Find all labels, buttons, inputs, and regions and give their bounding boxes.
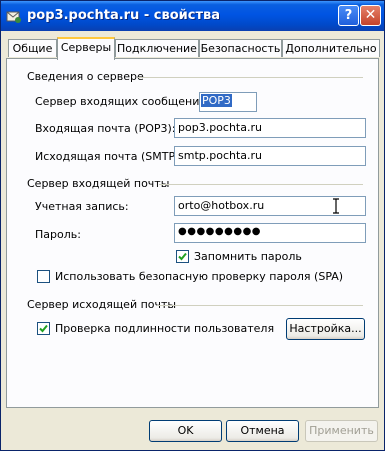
incoming-mail-field[interactable]: pop3.pochta.ru xyxy=(174,118,366,138)
title-bar[interactable]: pop3.pochta.ru - свойства ? ✕ xyxy=(1,1,384,31)
apply-button[interactable]: Применить xyxy=(305,420,378,442)
user-auth-label: Проверка подлинности пользователя xyxy=(55,322,275,335)
user-auth-checkbox[interactable] xyxy=(37,322,50,335)
incoming-server-type-label: Сервер входящих сообщений: xyxy=(35,95,211,108)
tab-strip: Общие Серверы Подключение Безопасность Д… xyxy=(6,37,380,60)
properties-dialog: pop3.pochta.ru - свойства ? ✕ Общие Серв… xyxy=(0,0,385,451)
divider xyxy=(138,77,363,78)
remember-password-checkbox[interactable] xyxy=(176,250,189,263)
cancel-button[interactable]: Отмена xyxy=(226,420,299,442)
outgoing-mail-field[interactable]: smtp.pochta.ru xyxy=(174,146,366,166)
incoming-server-heading: Сервер входящей почты xyxy=(27,177,170,190)
spa-label: Использовать безопасную проверку пароля … xyxy=(55,270,344,283)
tab-security[interactable]: Безопасность xyxy=(199,39,282,57)
tab-advanced[interactable]: Дополнительно xyxy=(282,39,380,57)
spa-checkbox[interactable] xyxy=(37,270,50,283)
tab-connection[interactable]: Подключение xyxy=(115,39,199,57)
window-title: pop3.pochta.ru - свойства xyxy=(27,8,220,23)
divider xyxy=(157,305,363,306)
incoming-server-type-value: POP3 xyxy=(201,94,232,107)
incoming-mail-label: Входящая почта (POP3): xyxy=(35,122,176,135)
close-button[interactable]: ✕ xyxy=(360,5,381,26)
divider xyxy=(159,184,363,185)
password-label: Пароль: xyxy=(35,228,81,241)
server-info-heading: Сведения о сервере xyxy=(27,70,144,83)
ok-button[interactable]: OK xyxy=(149,420,222,442)
help-button[interactable]: ? xyxy=(338,5,359,26)
tab-servers[interactable]: Серверы xyxy=(57,37,115,60)
outgoing-mail-label: Исходящая почта (SMTP): xyxy=(35,150,184,163)
incoming-server-type-field[interactable]: POP3 xyxy=(199,92,257,112)
password-field[interactable]: ●●●●●●●●● xyxy=(174,223,366,243)
check-icon xyxy=(178,252,187,261)
remember-password-label: Запомнить пароль xyxy=(194,250,302,263)
check-icon xyxy=(39,324,48,333)
text-cursor-icon xyxy=(333,198,339,214)
outgoing-server-heading: Сервер исходящей почты xyxy=(27,298,177,311)
tab-general[interactable]: Общие xyxy=(8,39,57,57)
settings-button[interactable]: Настройка... xyxy=(286,318,365,340)
account-label: Учетная запись: xyxy=(35,200,129,213)
mail-account-icon xyxy=(6,11,21,23)
servers-panel: Сведения о сервере Сервер входящих сообщ… xyxy=(6,58,379,408)
